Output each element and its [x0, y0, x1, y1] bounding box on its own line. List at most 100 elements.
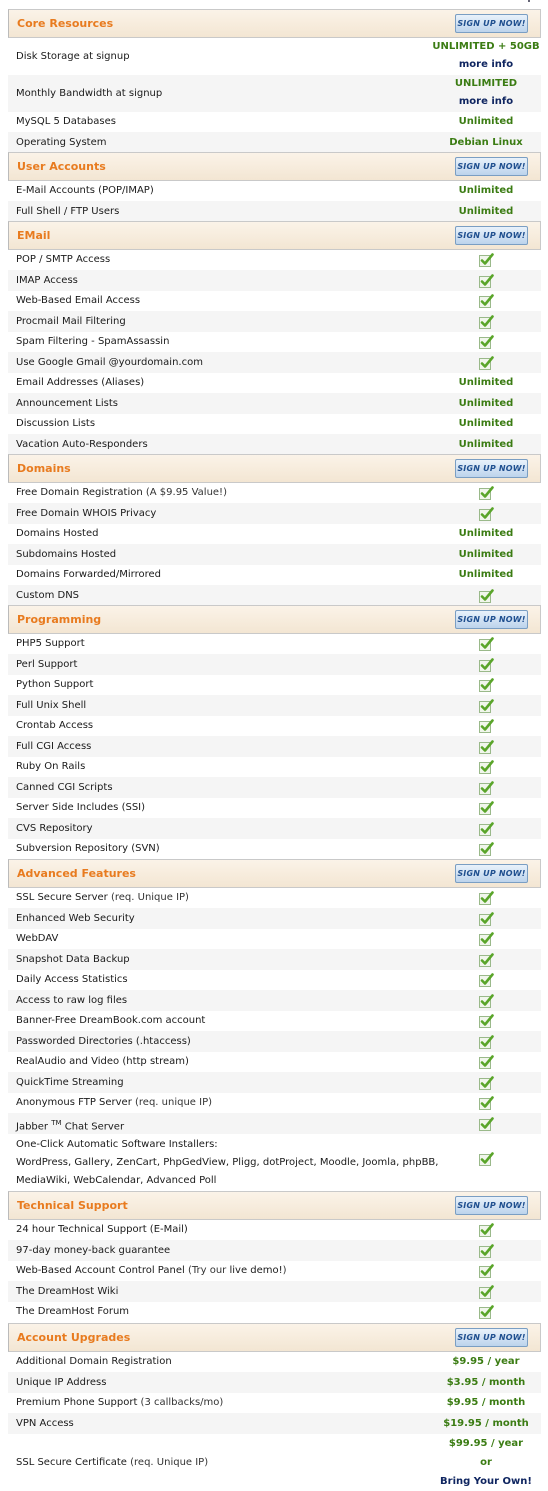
section-title: Programming: [17, 613, 102, 626]
feature-value-text: $19.95: [443, 1418, 482, 1429]
feature-row: Web-Based Account Control Panel (Try our…: [8, 1261, 541, 1281]
feature-label-text: Anonymous FTP Server: [16, 1097, 132, 1108]
green-checkmark-icon: [478, 1055, 494, 1069]
green-checkmark-icon: [478, 637, 494, 651]
green-checkmark-icon: [478, 315, 494, 329]
feature-label-text: Domains Hosted: [16, 528, 99, 539]
feature-value: [431, 891, 541, 908]
feature-label: Use Google Gmail @yourdomain.com: [16, 352, 203, 373]
feature-value: [431, 678, 541, 695]
sign-up-now-button[interactable]: SIGN UP NOW!: [455, 459, 528, 478]
feature-value-text: Unlimited: [458, 206, 514, 217]
green-checkmark-icon: [478, 1285, 494, 1299]
green-checkmark-icon: [478, 1305, 494, 1319]
feature-row: Custom DNS: [8, 585, 541, 606]
feature-label-text: Procmail Mail Filtering: [16, 316, 126, 327]
feature-value: [431, 274, 541, 291]
feature-row: RealAudio and Video (http stream): [8, 1052, 541, 1072]
feature-label: The DreamHost Forum: [16, 1302, 129, 1322]
price-unit: / month: [478, 1377, 526, 1388]
feature-value-text: Unlimited: [458, 439, 514, 450]
feature-value-text: $3.95: [446, 1377, 479, 1388]
price-unit: / year: [487, 1438, 524, 1449]
feature-value: [431, 589, 541, 606]
sign-up-now-button[interactable]: SIGN UP NOW!: [455, 610, 528, 629]
green-checkmark-icon: [478, 801, 494, 815]
feature-label-text: Discussion Lists: [16, 418, 96, 429]
feature-label: QuickTime Streaming: [16, 1072, 124, 1093]
feature-label: Spam Filtering - SpamAssassin: [16, 332, 169, 352]
bring-your-own-link[interactable]: Bring Your Own!: [440, 1476, 532, 1487]
feature-row: CVS Repository: [8, 818, 541, 839]
feature-value: [431, 699, 541, 716]
feature-label-text: Spam Filtering - SpamAssassin: [16, 336, 170, 347]
feature-value: Unlimited: [431, 112, 541, 132]
section-header: Advanced Features SIGN UP NOW!: [8, 859, 541, 888]
feature-row: Passworded Directories (.htaccess): [8, 1031, 541, 1052]
top-edge-mark: [528, 0, 530, 2]
feature-label: Additional Domain Registration: [16, 1352, 172, 1372]
feature-row: Web-Based Email Access: [8, 291, 541, 311]
sign-up-now-button[interactable]: SIGN UP NOW!: [455, 226, 528, 245]
feature-label-text: Access to raw log files: [16, 995, 128, 1006]
feature-row: WebDAV: [8, 929, 541, 949]
feature-row: Free Domain WHOIS Privacy: [8, 503, 541, 524]
feature-label: RealAudio and Video (http stream): [16, 1052, 189, 1072]
price-unit: / month: [478, 1397, 526, 1408]
green-checkmark-icon: [478, 1223, 494, 1237]
feature-label: 97-day money-back guarantee: [16, 1240, 170, 1261]
sign-up-now-button[interactable]: SIGN UP NOW!: [455, 157, 528, 176]
sign-up-now-button[interactable]: SIGN UP NOW!: [455, 1328, 528, 1347]
more-info-link[interactable]: more info: [459, 59, 513, 70]
green-checkmark-icon: [478, 932, 494, 946]
green-checkmark-icon: [478, 356, 494, 370]
feature-label-text: Full CGI Access: [16, 741, 92, 752]
feature-label-text: Web-Based Account Control Panel: [16, 1265, 185, 1276]
sign-up-now-button[interactable]: SIGN UP NOW!: [455, 14, 528, 33]
feature-label: Passworded Directories (.htaccess): [16, 1031, 191, 1052]
green-checkmark-icon: [478, 486, 494, 500]
feature-row: Full CGI Access: [8, 736, 541, 757]
feature-row: Spam Filtering - SpamAssassin: [8, 332, 541, 352]
feature-label: SSL Secure Server (req. Unique IP): [16, 888, 189, 908]
live-demo-link[interactable]: live demo!: [229, 1265, 282, 1276]
feature-label-text: Free Domain Registration: [16, 487, 143, 498]
sign-up-now-button[interactable]: SIGN UP NOW!: [455, 864, 528, 883]
feature-label: Subdomains Hosted: [16, 544, 116, 565]
sign-up-now-button[interactable]: SIGN UP NOW!: [455, 1196, 528, 1215]
feature-value-text: Unlimited: [458, 377, 514, 388]
feature-label: Domains Forwarded/Mirrored: [16, 565, 161, 585]
more-info-link[interactable]: more info: [459, 96, 513, 107]
feature-value: [431, 1096, 541, 1113]
feature-label: Unique IP Address: [16, 1372, 106, 1393]
feature-value: [431, 1014, 541, 1031]
feature-value: [431, 719, 541, 736]
feature-label: WebDAV: [16, 929, 58, 949]
green-checkmark-icon: [478, 953, 494, 967]
feature-label: CVS Repository: [16, 818, 93, 839]
feature-row: Banner-Free DreamBook.com account: [8, 1011, 541, 1031]
feature-row: Perl Support: [8, 654, 541, 675]
feature-value: [431, 356, 541, 373]
feature-label-text: Ruby On Rails: [16, 761, 86, 772]
feature-row: Use Google Gmail @yourdomain.com: [8, 352, 541, 373]
feature-row: Full Shell / FTP Users Unlimited: [8, 201, 541, 222]
feature-label: Crontab Access: [16, 716, 93, 736]
feature-row: Canned CGI Scripts: [8, 777, 541, 798]
feature-row: Full Unix Shell: [8, 695, 541, 716]
feature-label-text: SSL Secure Certificate: [16, 1457, 127, 1468]
feature-value: [431, 932, 541, 949]
feature-value: [431, 1285, 541, 1302]
feature-row: Enhanced Web Security: [8, 908, 541, 929]
feature-value: [431, 1117, 541, 1134]
feature-value-text: UNLIMITED: [454, 78, 518, 89]
feature-label-text: Web-Based Email Access: [16, 295, 141, 306]
feature-row: Domains Forwarded/Mirrored Unlimited: [8, 565, 541, 585]
feature-label-text: Passworded Directories (.htaccess): [16, 1036, 191, 1047]
feature-value: Unlimited: [431, 201, 541, 222]
feature-value: [431, 294, 541, 311]
feature-label-text: Vacation Auto-Responders: [16, 439, 148, 450]
feature-label: IMAP Access: [16, 270, 78, 291]
installer-list-text: MediaWiki, WebCalendar, Advanced Poll: [16, 1175, 217, 1186]
feature-label: Canned CGI Scripts: [16, 777, 113, 798]
